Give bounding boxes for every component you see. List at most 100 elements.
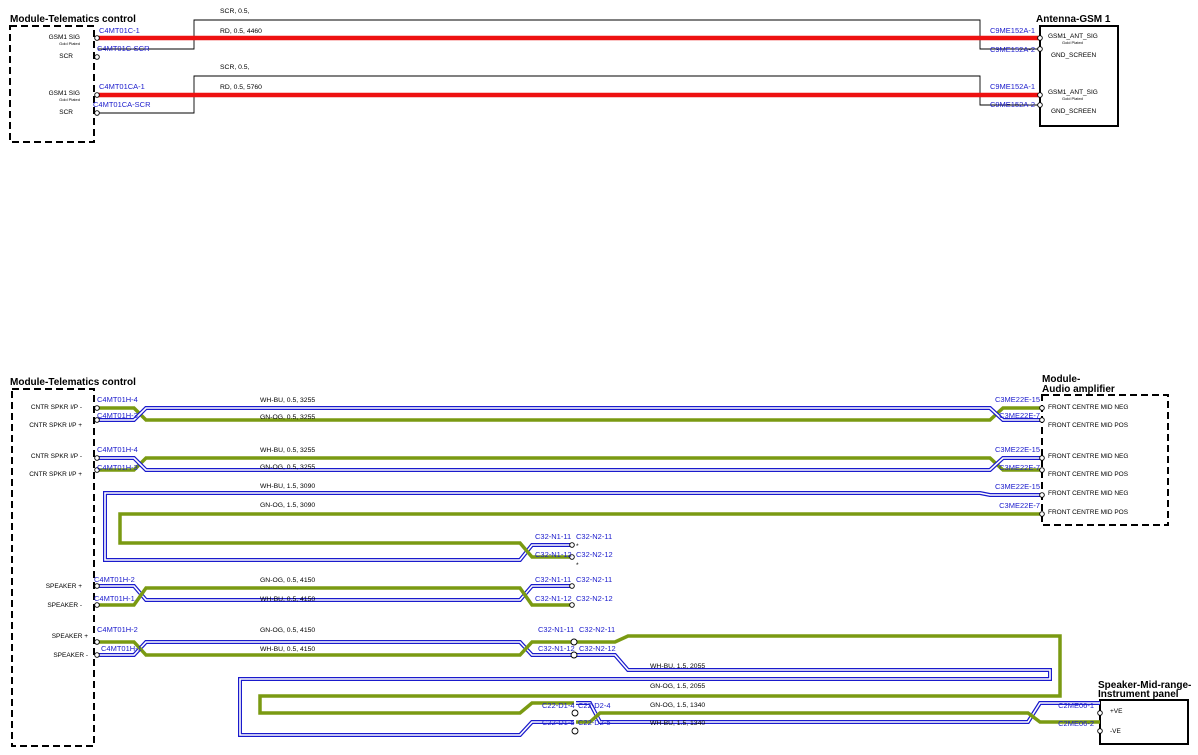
- gsm-circuit-2: GSM1 SIG Gold Plated SCR C4MT01CA-1 C4MT…: [49, 64, 1098, 116]
- connector-label: C4MT01C-1: [99, 26, 140, 35]
- wh-bu-wire: [103, 491, 1042, 562]
- connector-label: C32-N1-11: [535, 532, 571, 541]
- wh-bu-wire: [98, 406, 1042, 422]
- pin-sublabel: Gold Plated: [1062, 40, 1083, 45]
- connector-label: C32-N2-12: [576, 594, 613, 603]
- connector-label: C3ME22E-15: [995, 395, 1040, 404]
- connector-label: C4MT01H-2: [94, 575, 135, 584]
- pin-label: FRONT CENTRE MID NEG: [1048, 490, 1128, 497]
- terminal: [1037, 102, 1043, 108]
- terminal: [1039, 492, 1045, 498]
- terminal: [94, 602, 100, 608]
- connector-label: C32-N1-12: [538, 644, 575, 653]
- connector-label: C32-N2-12: [576, 550, 613, 559]
- wire-label: WH-BU, 1.5, 2055: [650, 663, 705, 670]
- terminal: [1097, 728, 1103, 734]
- terminal: [94, 54, 100, 60]
- pin-label: SCR: [59, 53, 73, 60]
- connector-label: C9ME152A-1: [990, 26, 1035, 35]
- terminal: [569, 583, 575, 589]
- pin-sublabel: Gold Plated: [1062, 96, 1083, 101]
- wire-label: WH-BU, 0.5, 4150: [260, 646, 315, 653]
- telematics-module-box-2: [11, 388, 95, 747]
- wire-label: WH-BU, 0.5, 4150: [260, 596, 315, 603]
- connector-label: C3ME22E-7: [999, 501, 1040, 510]
- telematics-module-box: [9, 25, 95, 143]
- telematics-module-title: Module-Telematics control: [10, 14, 136, 25]
- wire-label: GN-OG, 0.5, 4150: [260, 577, 315, 584]
- pin-label: CNTR SPKR I/P +: [29, 422, 82, 429]
- connector-label: C4MT01H-2: [97, 625, 138, 634]
- splice-mark: *: [576, 543, 579, 550]
- wh-bu-wire-core: [104, 492, 1042, 561]
- wire-label: WH-BU, 1.5, 3090: [260, 483, 315, 490]
- connector-label: C22-D2-5: [578, 718, 611, 727]
- connector-label: C2ME06-2: [1058, 719, 1094, 728]
- pin-label: CNTR SPKR I/P -: [31, 404, 82, 411]
- connector-label: C32-N1-11: [538, 625, 574, 634]
- connector-label: C32-N2-11: [579, 625, 615, 634]
- wire-label: GN-OG, 0.5, 3255: [260, 464, 315, 471]
- wire-label: GN-OG, 1.5, 1340: [650, 702, 705, 709]
- wire-label: WH-BU, 1.5, 1340: [650, 720, 705, 727]
- top-section: Module-Telematics control Antenna-GSM 1 …: [9, 8, 1119, 143]
- wiring-diagram: Module-Telematics control Antenna-GSM 1 …: [9, 8, 1191, 747]
- wire-label: GN-OG, 0.5, 3255: [260, 414, 315, 421]
- pin-label: GND_SCREEN: [1051, 108, 1096, 115]
- terminal: [1037, 46, 1043, 52]
- terminal: [1037, 35, 1043, 41]
- speaker-title: Instrument panel: [1098, 689, 1179, 700]
- connector-label: C2ME06-1: [1058, 701, 1094, 710]
- terminal: [1039, 417, 1045, 423]
- wire-label: RD, 0.5, 5760: [220, 84, 262, 91]
- amplifier-title: Audio amplifier: [1042, 384, 1115, 395]
- connector-label: C32-N2-11: [576, 532, 612, 541]
- gn-og-wire: [98, 586, 570, 607]
- terminal: [94, 583, 100, 589]
- amplifier-module-box: [1041, 394, 1169, 526]
- connector-label: C32-N2-11: [576, 575, 612, 584]
- terminal: [1039, 467, 1045, 473]
- connector-label: C32-N2-12: [579, 644, 616, 653]
- terminal: [1039, 511, 1045, 517]
- pin-label: GND_SCREEN: [1051, 52, 1096, 59]
- connector-label: C4MT01C-SCR: [97, 44, 150, 53]
- splice-terminal: [571, 709, 579, 717]
- pin-label: GSM1_ANT_SIG: [1048, 33, 1098, 40]
- terminal: [94, 455, 100, 461]
- connector-label: C4MT01H-1: [94, 594, 135, 603]
- connector-label: C9ME152A-1: [990, 82, 1035, 91]
- connector-label: C3ME22E-15: [995, 445, 1040, 454]
- wire-label: RD, 0.5, 4460: [220, 28, 262, 35]
- pin-label: GSM1_ANT_SIG: [1048, 89, 1098, 96]
- connector-label: C22-D1-4: [542, 701, 575, 710]
- terminal: [94, 652, 100, 658]
- connector-label: C4MT01H-3: [97, 411, 138, 420]
- connector-label: C3ME22E-7: [999, 463, 1040, 472]
- bottom-section: Module-Telematics control Module- Audio …: [10, 374, 1191, 747]
- pin-label: GSM1 SIG: [49, 90, 80, 97]
- connector-label: C32-N1-12: [535, 594, 572, 603]
- pin-label: CNTR SPKR I/P +: [29, 471, 82, 478]
- terminal: [94, 405, 100, 411]
- terminal: [569, 542, 575, 548]
- pin-label: GSM1 SIG: [49, 34, 80, 41]
- terminal: [94, 35, 100, 41]
- connector-label: C4MT01H-4: [97, 445, 138, 454]
- speaker-module-box: [1099, 699, 1189, 745]
- pin-label: FRONT CENTRE MID POS: [1048, 509, 1129, 516]
- connector-label: C3ME22E-7: [999, 411, 1040, 420]
- wire-label: GN-OG, 0.5, 4150: [260, 627, 315, 634]
- gsm-circuit-1: GSM1 SIG Gold Plated SCR C4MT01C-1 C4MT0…: [49, 8, 1098, 60]
- terminal: [94, 639, 100, 645]
- antenna-module-title: Antenna-GSM 1: [1036, 14, 1111, 25]
- pin-label: FRONT CENTRE MID NEG: [1048, 453, 1128, 460]
- wire-bundles: [98, 406, 1100, 737]
- pin-label: +VE: [1110, 708, 1123, 715]
- connector-label: C22-D2-4: [578, 701, 611, 710]
- connector-label: C22-D1-5: [542, 718, 575, 727]
- terminals: [94, 405, 1103, 735]
- pin-label: -VE: [1110, 728, 1122, 735]
- wire-label: GN-OG, 1.5, 2055: [650, 683, 705, 690]
- shield-label: SCR, 0.5,: [220, 8, 250, 15]
